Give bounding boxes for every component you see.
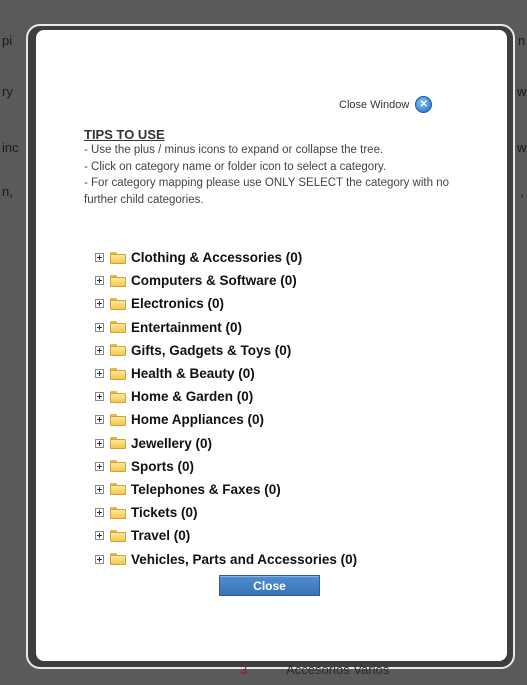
folder-icon[interactable] — [110, 367, 126, 380]
category-label[interactable]: Sports (0) — [131, 459, 194, 474]
tips-title: TIPS TO USE — [84, 127, 165, 142]
expand-icon[interactable] — [95, 508, 104, 518]
expand-icon[interactable] — [95, 345, 104, 355]
close-window-label[interactable]: Close Window — [339, 99, 409, 111]
expand-icon[interactable] — [95, 531, 104, 541]
category-label[interactable]: Tickets (0) — [131, 505, 198, 520]
tree-item[interactable]: Home & Garden (0) — [95, 385, 357, 408]
tip-line: - Click on category name or folder icon … — [84, 160, 387, 173]
tree-item[interactable]: Vehicles, Parts and Accessories (0) — [95, 547, 357, 570]
footer-number: 3 — [240, 662, 248, 677]
tree-item[interactable]: Travel (0) — [95, 524, 357, 547]
tree-item[interactable]: Gifts, Gadgets & Toys (0) — [95, 339, 357, 362]
tree-item[interactable]: Telephones & Faxes (0) — [95, 478, 357, 501]
expand-icon[interactable] — [95, 299, 104, 309]
folder-icon[interactable] — [110, 553, 126, 566]
folder-icon[interactable] — [110, 437, 126, 450]
tip-line: - For category mapping please use ONLY S… — [84, 177, 449, 206]
background-text-fragment: ry — [2, 84, 13, 99]
expand-icon[interactable] — [95, 322, 104, 332]
folder-icon[interactable] — [110, 413, 126, 426]
tree-item[interactable]: Sports (0) — [95, 455, 357, 478]
category-label[interactable]: Clothing & Accessories (0) — [131, 250, 302, 265]
background-text-fragment: n, — [2, 184, 13, 199]
folder-icon[interactable] — [110, 321, 126, 334]
expand-icon[interactable] — [95, 369, 104, 379]
close-window-link[interactable]: Close Window ✕ — [339, 96, 433, 113]
category-label[interactable]: Home & Garden (0) — [131, 389, 253, 404]
tree-item[interactable]: Electronics (0) — [95, 292, 357, 315]
folder-icon[interactable] — [110, 274, 126, 287]
folder-icon[interactable] — [110, 460, 126, 473]
tip-line: - Use the plus / minus icons to expand o… — [84, 144, 384, 156]
close-button[interactable]: Close — [219, 575, 320, 596]
category-label[interactable]: Travel (0) — [131, 528, 190, 543]
category-label[interactable]: Jewellery (0) — [131, 436, 212, 451]
tree-item[interactable]: Entertainment (0) — [95, 316, 357, 339]
background-text-fragment: pi — [2, 33, 13, 48]
folder-icon[interactable] — [110, 483, 126, 496]
expand-icon[interactable] — [95, 484, 104, 494]
background-text-fragment: w — [517, 84, 527, 99]
category-label[interactable]: Entertainment (0) — [131, 320, 242, 335]
expand-icon[interactable] — [95, 554, 104, 564]
background-text-fragment: inc — [2, 140, 19, 155]
category-label[interactable]: Computers & Software (0) — [131, 273, 297, 288]
category-label[interactable]: Home Appliances (0) — [131, 412, 264, 427]
tree-item[interactable]: Health & Beauty (0) — [95, 362, 357, 385]
folder-icon[interactable] — [110, 506, 126, 519]
tree-item[interactable]: Clothing & Accessories (0) — [95, 246, 357, 269]
category-tree: Clothing & Accessories (0) Computers & S… — [95, 246, 357, 571]
close-icon[interactable]: ✕ — [415, 96, 433, 113]
expand-icon[interactable] — [95, 253, 104, 263]
tree-item[interactable]: Home Appliances (0) — [95, 408, 357, 431]
category-label[interactable]: Electronics (0) — [131, 296, 224, 311]
tree-item[interactable]: Computers & Software (0) — [95, 269, 357, 292]
expand-icon[interactable] — [95, 392, 104, 402]
folder-icon[interactable] — [110, 390, 126, 403]
category-label[interactable]: Health & Beauty (0) — [131, 366, 255, 381]
tree-item[interactable]: Tickets (0) — [95, 501, 357, 524]
background-footer: 3 Accesorios Varios — [240, 662, 389, 677]
category-label[interactable]: Telephones & Faxes (0) — [131, 482, 281, 497]
expand-icon[interactable] — [95, 461, 104, 471]
expand-icon[interactable] — [95, 438, 104, 448]
category-label[interactable]: Gifts, Gadgets & Toys (0) — [131, 343, 291, 358]
background-text-fragment: w — [517, 140, 527, 155]
folder-icon[interactable] — [110, 251, 126, 264]
background-text-fragment: , — [520, 184, 524, 199]
folder-icon[interactable] — [110, 297, 126, 310]
expand-icon[interactable] — [95, 276, 104, 286]
tips-section: TIPS TO USE - Use the plus / minus icons… — [84, 127, 464, 208]
category-label[interactable]: Vehicles, Parts and Accessories (0) — [131, 552, 357, 567]
folder-icon[interactable] — [110, 529, 126, 542]
expand-icon[interactable] — [95, 415, 104, 425]
folder-icon[interactable] — [110, 344, 126, 357]
footer-text: Accesorios Varios — [286, 662, 390, 677]
background-text-fragment: n — [518, 33, 526, 48]
tree-item[interactable]: Jewellery (0) — [95, 432, 357, 455]
